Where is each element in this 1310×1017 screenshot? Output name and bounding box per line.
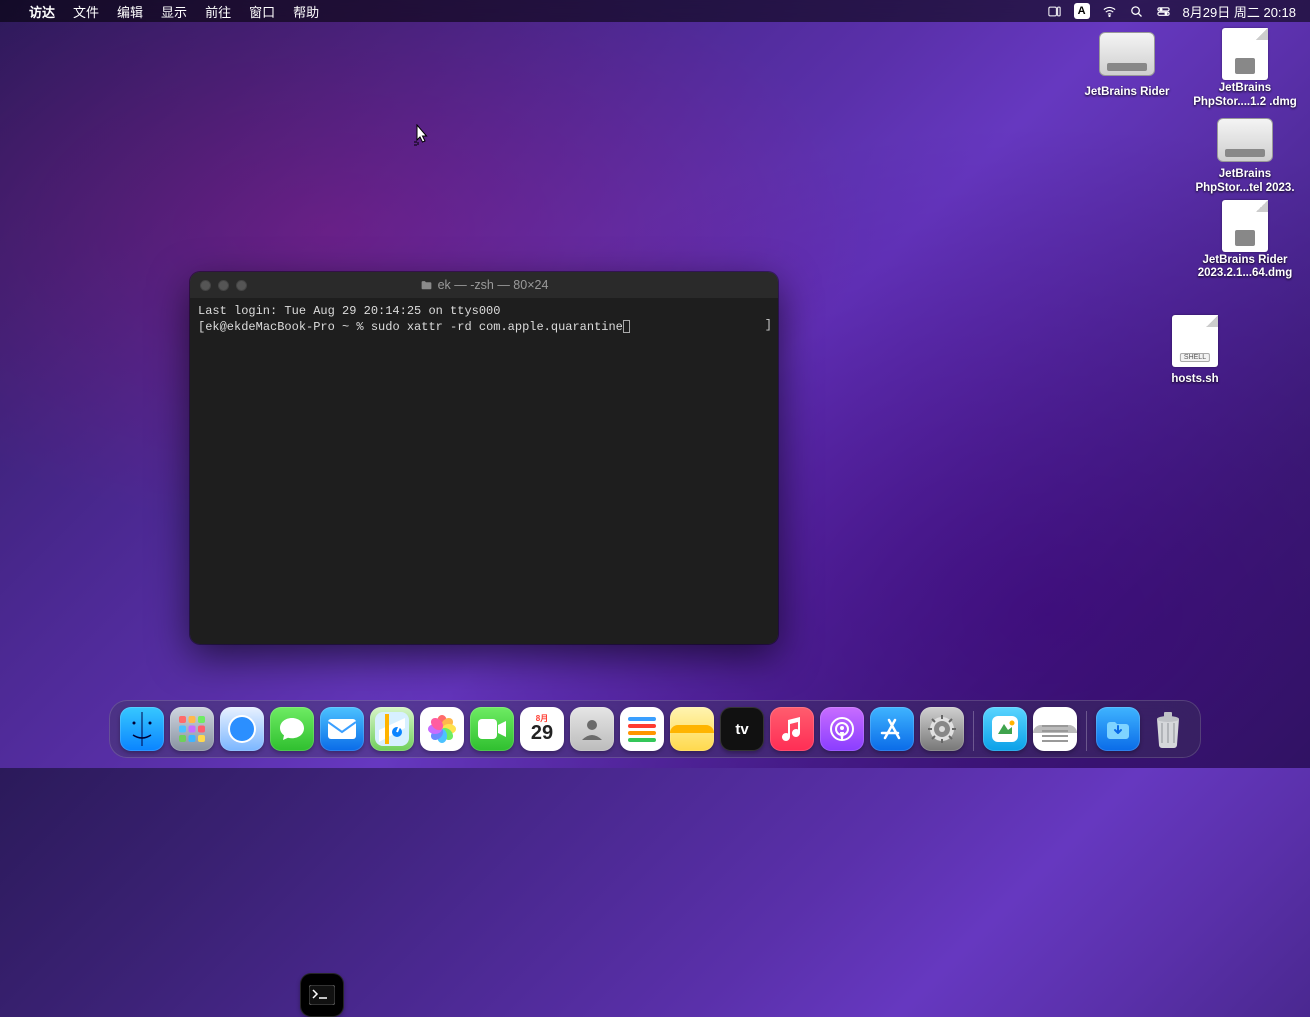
terminal-window[interactable]: ek — -zsh — 80×24 Last login: Tue Aug 29…	[190, 272, 778, 644]
desktop-icon-drive[interactable]: JetBrains PhpStor...tel 2023.	[1190, 116, 1300, 196]
window-controls	[190, 280, 247, 291]
dock-facetime[interactable]	[470, 707, 514, 751]
menubar-datetime[interactable]: 8月29日 周二 20:18	[1177, 2, 1302, 21]
dock-photos[interactable]	[420, 707, 464, 751]
close-button[interactable]	[200, 280, 211, 291]
drive-icon	[1217, 118, 1273, 162]
dock-appstore[interactable]	[870, 707, 914, 751]
desktop-icon-label: JetBrains PhpStor...tel 2023.	[1190, 168, 1300, 196]
dock-mail[interactable]	[320, 707, 364, 751]
dock-finder[interactable]	[120, 707, 164, 751]
dock-music[interactable]	[770, 707, 814, 751]
terminal-cursor	[623, 320, 630, 333]
dock-inner: 8月 29 tv	[109, 700, 1201, 758]
calendar-day: 29	[531, 723, 553, 743]
dmg-icon	[1222, 200, 1268, 252]
menu-go[interactable]: 前往	[196, 2, 240, 21]
folder-icon	[420, 279, 433, 292]
dock-separator	[1086, 711, 1087, 751]
wifi-icon[interactable]	[1096, 4, 1123, 19]
terminal-title: ek — -zsh — 80×24	[190, 278, 778, 292]
dock-podcasts[interactable]	[820, 707, 864, 751]
app-menu[interactable]: 访达	[20, 2, 64, 21]
control-center-icon[interactable]	[1150, 4, 1177, 19]
desktop-icon-label: hosts.sh	[1171, 373, 1218, 387]
dock-tv[interactable]: tv	[720, 707, 764, 751]
dock-notes[interactable]	[670, 707, 714, 751]
stage-manager-icon[interactable]	[1041, 4, 1068, 19]
shell-file-icon: SHELL	[1172, 315, 1218, 367]
terminal-command: sudo xattr -rd com.apple.quarantine	[371, 320, 623, 334]
dock-calendar[interactable]: 8月 29	[520, 707, 564, 751]
dock-messages[interactable]	[270, 707, 314, 751]
desktop-icons: JetBrains Rider JetBrains PhpStor....1.2…	[1070, 30, 1300, 393]
input-method-icon[interactable]: A	[1068, 3, 1096, 19]
desktop-icon-dmg[interactable]: JetBrains PhpStor....1.2 .dmg	[1190, 30, 1300, 110]
desktop-icon-label: JetBrains PhpStor....1.2 .dmg	[1190, 82, 1300, 110]
zoom-button[interactable]	[236, 280, 247, 291]
dock-reminders[interactable]	[620, 707, 664, 751]
menu-edit[interactable]: 编辑	[108, 2, 152, 21]
desktop-icon-drive[interactable]: JetBrains Rider	[1072, 30, 1182, 110]
desktop-icon-label: JetBrains Rider 2023.2.1...64.dmg	[1190, 254, 1300, 282]
menubar: 访达 文件 编辑 显示 前往 窗口 帮助 A 8月29日 周二 20:18	[0, 0, 1310, 22]
dock-textedit[interactable]	[1033, 707, 1077, 751]
terminal-line: Last login: Tue Aug 29 20:14:25 on ttys0…	[198, 304, 500, 318]
dock-trash[interactable]	[1146, 707, 1190, 751]
menu-help[interactable]: 帮助	[284, 2, 328, 21]
dock: 8月 29 tv	[109, 700, 1201, 758]
spotlight-icon[interactable]	[1123, 4, 1150, 19]
desktop-icon-label: JetBrains Rider	[1084, 86, 1169, 100]
minimize-button[interactable]	[218, 280, 229, 291]
dock-downloads[interactable]	[1096, 707, 1140, 751]
dock-app-generic[interactable]	[983, 707, 1027, 751]
cursor-pointer-icon	[412, 124, 430, 151]
menu-window[interactable]: 窗口	[240, 2, 284, 21]
dock-safari[interactable]	[220, 707, 264, 751]
desktop-icon-shell[interactable]: SHELL hosts.sh	[1140, 317, 1250, 387]
terminal-body[interactable]: Last login: Tue Aug 29 20:14:25 on ttys0…	[190, 298, 778, 644]
dock-maps[interactable]	[370, 707, 414, 751]
ime-letter: A	[1074, 3, 1090, 19]
dock-settings[interactable]	[920, 707, 964, 751]
drive-icon	[1099, 32, 1155, 76]
dmg-icon	[1222, 28, 1268, 80]
dock-terminal[interactable]	[300, 973, 344, 1017]
terminal-right-bracket: ]	[765, 318, 772, 334]
dock-launchpad[interactable]	[170, 707, 214, 751]
dock-contacts[interactable]	[570, 707, 614, 751]
menu-view[interactable]: 显示	[152, 2, 196, 21]
terminal-titlebar[interactable]: ek — -zsh — 80×24	[190, 272, 778, 298]
menu-file[interactable]: 文件	[64, 2, 108, 21]
dock-separator	[973, 711, 974, 751]
terminal-prompt: ek@ekdeMacBook-Pro ~ %	[205, 320, 371, 334]
desktop-icon-dmg[interactable]: JetBrains Rider 2023.2.1...64.dmg	[1190, 202, 1300, 282]
